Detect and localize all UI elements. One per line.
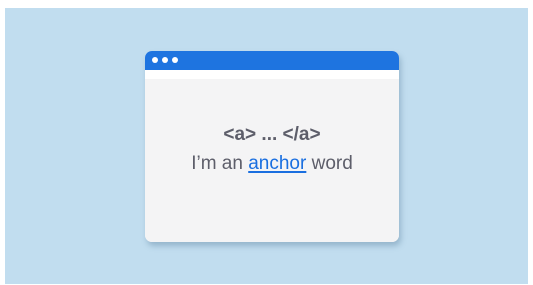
sentence-suffix: word xyxy=(306,153,353,174)
anchor-example-sentence: I’m an anchor word xyxy=(145,153,399,175)
browser-window: <a> ... </a> I’m an anchor word xyxy=(145,51,399,242)
window-titlebar xyxy=(145,51,399,70)
titlebar-divider xyxy=(145,70,399,79)
window-dot-icon xyxy=(162,57,168,63)
window-content: <a> ... </a> I’m an anchor word xyxy=(145,79,399,242)
sentence-prefix: I’m an xyxy=(191,153,249,174)
anchor-link[interactable]: anchor xyxy=(248,153,306,174)
window-dot-icon xyxy=(152,57,158,63)
anchor-tag-code: <a> ... </a> xyxy=(223,124,321,145)
window-dot-icon xyxy=(172,57,178,63)
illustration-background: <a> ... </a> I’m an anchor word xyxy=(5,8,528,284)
